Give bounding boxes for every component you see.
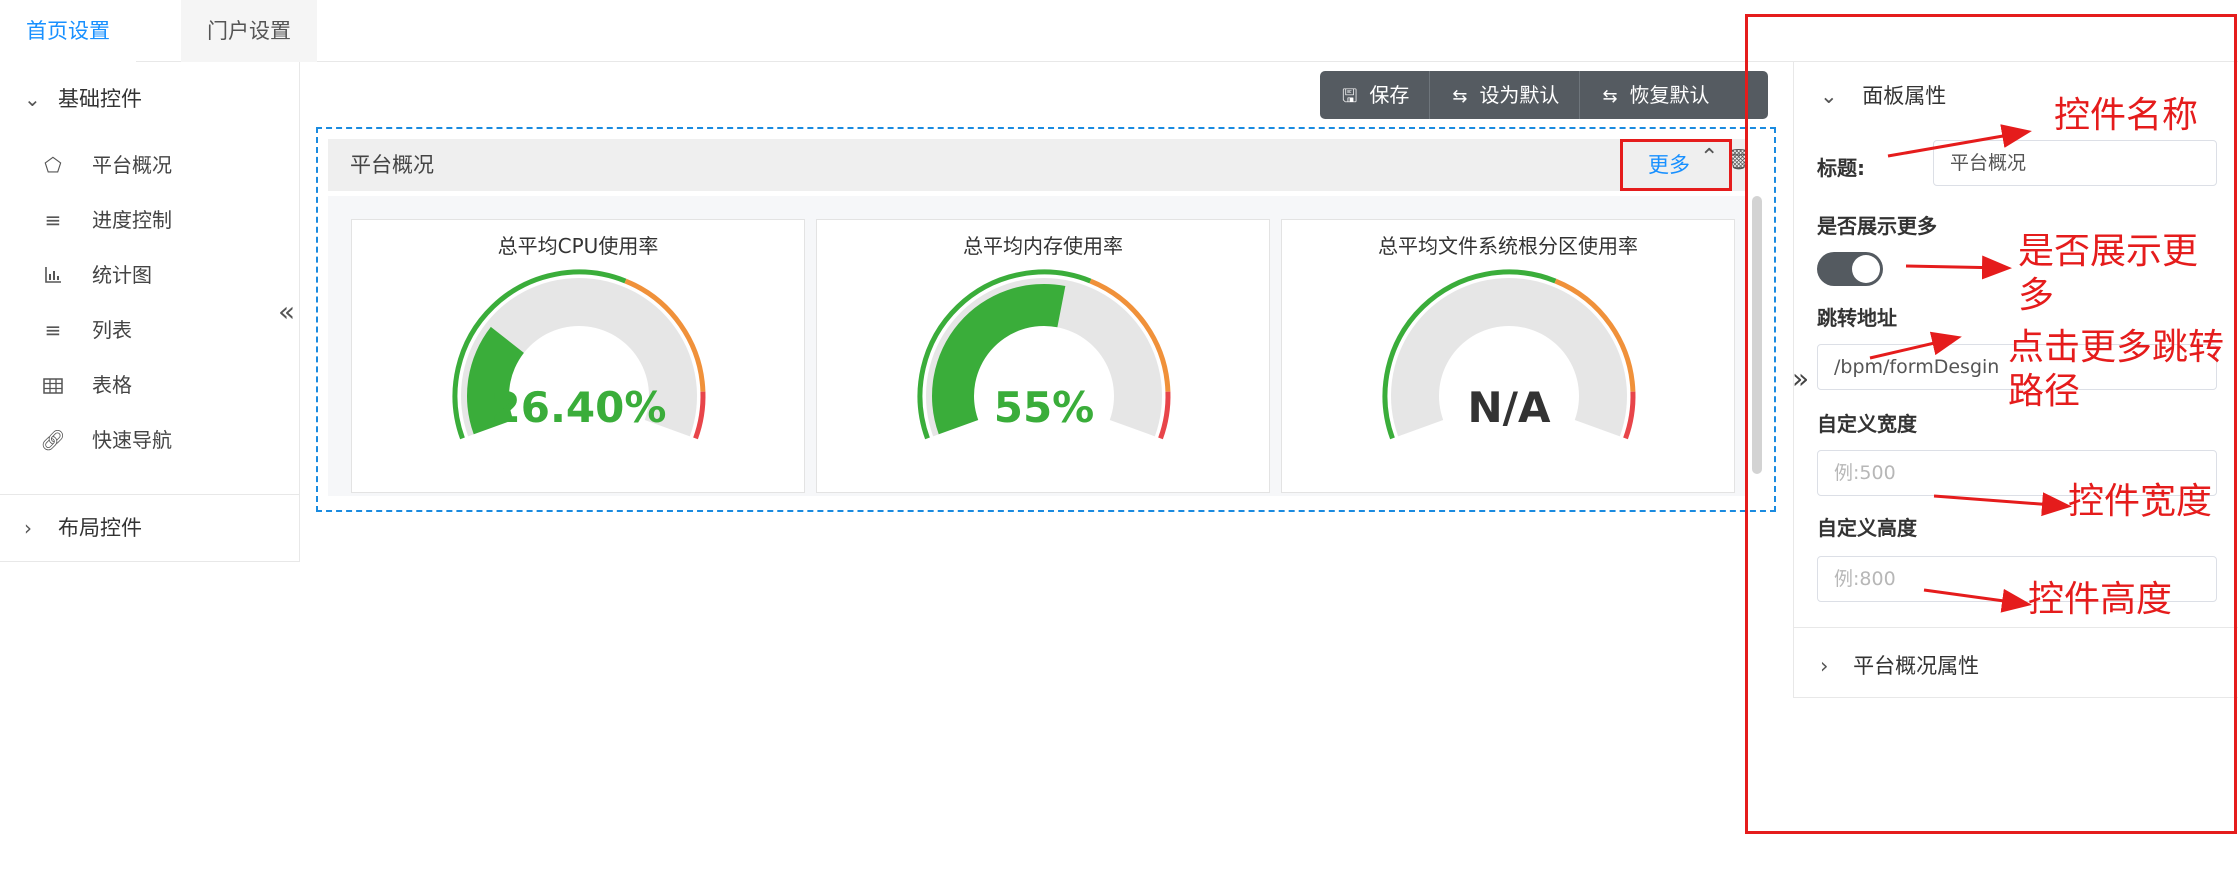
arrow-control-name	[1887, 124, 2032, 158]
arrow-path	[1869, 331, 1962, 360]
arrow-width	[1933, 492, 2072, 517]
arrow-height	[1923, 588, 2032, 613]
arrow-show-more	[1905, 255, 2012, 280]
annotation-arrows	[1869, 124, 2072, 613]
